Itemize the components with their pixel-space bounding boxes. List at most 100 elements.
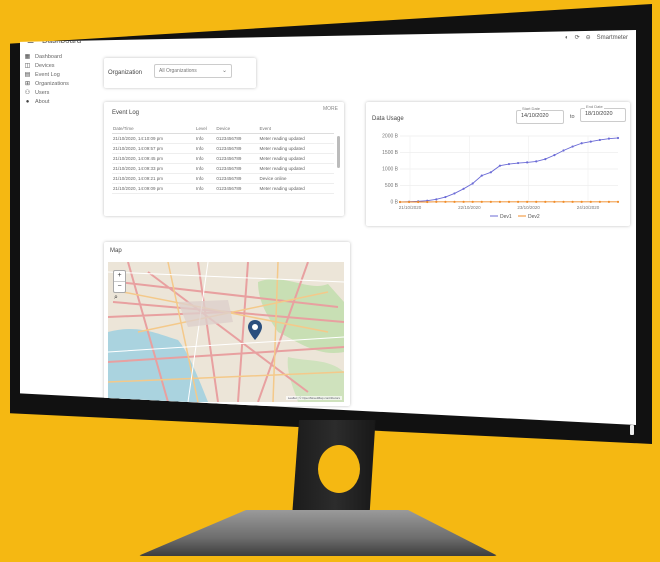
data-point [535,160,538,163]
data-point [589,200,592,203]
power-button [630,425,634,435]
event-table: Date/Time Level Device Event 21/10/2020,… [112,124,334,194]
sidebar: ▦ Dashboard ◫ Devices ▤ Event Log ⊞ Organiza… [24,52,94,106]
data-point [453,200,456,203]
sidebar-item-devices[interactable]: ◫ Devices [24,61,94,70]
data-point [507,200,511,203]
data-usage-title: Data Usage [372,116,404,122]
y-tick-label: 1500 B [382,150,399,156]
data-usage-chart: 0 B 500 B 1000 B 1500 B 2000 B 21/10/2020 22/1… [382,134,620,220]
data-point [526,200,529,203]
data-point [417,200,420,204]
topbar-actions: ◐ ⟳ ⊖ Smartmeter [565,34,628,42]
x-tick-label: 22/10/2020 [458,205,481,210]
table-scrollbar[interactable] [337,136,340,168]
table-cell: 0123456789 [215,173,259,184]
data-point [571,200,574,203]
map-tiles [108,262,344,402]
table-cell: Device online [258,173,334,184]
column-header[interactable]: Level [195,124,216,134]
stand-cable-hole [318,445,360,493]
organization-select-value: All Organizations [159,68,197,74]
data-point [535,200,538,203]
sidebar-item-label: Organizations [35,80,69,87]
start-date-field[interactable]: Start Date 14/10/2020 [516,106,564,124]
data-usage-card: Data Usage Start Date 14/10/2020 to End … [366,102,630,226]
table-cell: Meter reading updated [258,153,334,164]
map-marker-icon[interactable] [248,320,262,340]
refresh-icon[interactable]: ⟳ [575,34,580,41]
legend-label: Dev2 [528,214,540,220]
data-point [480,200,483,203]
monitor-stand-base [138,510,498,556]
data-point [580,200,583,203]
sidebar-item-label: Dashboard [35,53,62,60]
table-cell: Info [195,183,216,194]
sidebar-item-organizations[interactable]: ⊞ Organizations [24,79,94,88]
x-tick-label: 21/10/2020 [399,205,422,210]
data-point [435,198,438,201]
end-date-value: 18/10/2020 [585,111,613,117]
table-row[interactable]: 21/10/2020, 14:09:57 pm Info 0123456789 Met… [112,143,334,154]
column-header[interactable]: Event [258,124,334,134]
data-point [616,200,620,203]
sidebar-item-event-log[interactable]: ▤ Event Log [24,70,94,79]
table-row[interactable]: 21/10/2020, 14:09:09 pm Info 0123456789 Met… [112,183,334,194]
data-point [435,200,438,203]
more-link[interactable]: MORE [323,106,338,112]
table-cell: 21/10/2020, 14:09:21 pm [112,173,196,184]
data-point [453,192,456,195]
table-cell: Info [195,163,216,174]
y-tick-label: 0 B [390,200,398,206]
end-date-field[interactable]: End Date 18/10/2020 [580,104,626,122]
table-row[interactable]: 21/10/2020, 14:09:21 pm Info 0123456789 Dev… [112,173,334,184]
table-cell: Info [195,143,216,154]
data-point [516,161,520,165]
contrast-icon[interactable]: ◐ [565,35,569,41]
map-attribution[interactable]: Leaflet | © OpenStreetMap contributors [285,396,342,400]
menu-icon[interactable]: ☰ [27,36,34,45]
data-point [562,149,565,152]
table-cell: Meter reading updated [258,133,334,144]
table-cell: 21/10/2020, 14:09:33 pm [112,163,196,174]
organization-select[interactable]: All Organizations ⌄ [154,64,232,78]
table-header-row: Date/Time Level Device Event [112,124,334,134]
search-icon[interactable]: ⌕ [114,294,118,302]
sidebar-item-label: About [35,98,50,105]
data-point [607,137,611,140]
column-header[interactable]: Date/Time [112,124,196,134]
dashboard-icon: ▦ [24,54,31,60]
map-view[interactable]: + − ⌕ Leaflet | © OpenStreetMap contribu… [108,262,344,402]
user-name[interactable]: Smartmeter [597,35,628,41]
data-point [516,200,520,203]
sidebar-item-label: Devices [35,62,55,69]
data-point [616,136,620,140]
sidebar-item-users[interactable]: ⚇ Users [24,88,94,97]
sidebar-item-label: Users [35,89,50,96]
table-row[interactable]: 21/10/2020, 14:09:33 pm Info 0123456789 Met… [112,163,334,174]
table-row[interactable]: 21/10/2020, 14:10:09 pm Info 0123456789 Met… [112,133,334,144]
data-point [489,171,492,174]
sidebar-item-dashboard[interactable]: ▦ Dashboard [24,52,94,61]
sidebar-item-label: Event Log [35,71,60,78]
zoom-control: + − [113,270,126,293]
data-point [598,200,601,203]
data-point [480,174,483,177]
zoom-out-button[interactable]: − [114,282,125,292]
sidebar-item-about[interactable]: ● About [24,97,94,106]
user-icon[interactable]: ⊖ [586,34,591,41]
y-tick-label: 1000 B [382,167,399,173]
data-point [526,161,529,164]
start-date-value: 14/10/2020 [521,113,549,119]
zoom-in-button[interactable]: + [114,271,125,282]
table-cell: 0123456789 [215,133,259,144]
table-cell: 21/10/2020, 14:10:09 pm [112,133,196,144]
series-line [399,137,619,203]
table-row[interactable]: 21/10/2020, 14:09:45 pm Info 0123456789 Met… [112,153,334,164]
map-title: Map [110,248,122,254]
data-point [498,164,502,167]
data-point [471,182,474,185]
table-cell: Meter reading updated [258,163,334,174]
start-date-caption: Start Date [521,106,542,111]
column-header[interactable]: Device [215,124,259,134]
